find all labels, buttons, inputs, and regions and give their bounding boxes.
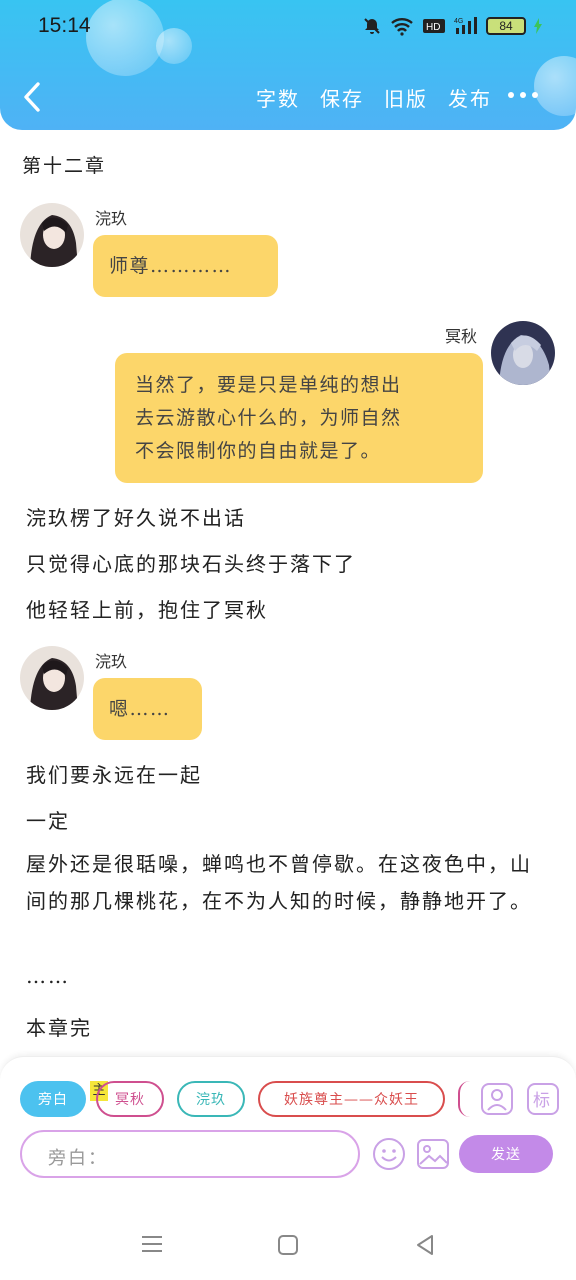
chat-bubble[interactable]: 当然了，要是只是单纯的想出 去云游散心什么的，为师自然 不会限制你的自由就是了。 (115, 353, 483, 483)
hd-icon: HD (423, 19, 445, 33)
battery-indicator: 84 (486, 17, 526, 35)
decor-bubble (534, 56, 576, 116)
status-time: 15:14 (38, 14, 91, 37)
narration-line: 他轻轻上前，抱住了冥秋 (26, 598, 268, 622)
decor-bubble (156, 28, 192, 64)
word-count-button[interactable]: 字数 (256, 83, 300, 112)
add-role-icon[interactable] (480, 1082, 514, 1116)
role-chip-huanjiu[interactable]: 浣玖 (177, 1081, 245, 1117)
svg-text:HD: HD (426, 22, 440, 33)
header-bar: 15:14 HD 4G 84 字数 保存 旧版 发布 (0, 0, 576, 130)
bubble-line: 去云游散心什么的，为师自然 (135, 407, 402, 429)
svg-text:标: 标 (533, 1091, 550, 1111)
narration-line: 我们要永远在一起 (26, 763, 202, 787)
chapter-title: 第十二章 (22, 155, 107, 177)
speaker-name: 冥秋 (445, 327, 478, 346)
home-icon[interactable] (277, 1234, 299, 1256)
back-nav-icon[interactable] (414, 1234, 436, 1256)
speaker-name: 浣玖 (95, 209, 128, 228)
old-version-button[interactable]: 旧版 (384, 83, 428, 112)
narration-line: 浣玖楞了好久说不出话 (26, 506, 246, 530)
speaker-name: 浣玖 (95, 652, 128, 671)
role-chip-yaozu[interactable]: 妖族尊主——众妖王 (258, 1081, 445, 1117)
decor-bubble (86, 0, 164, 76)
save-button[interactable]: 保存 (320, 83, 364, 112)
tag-icon[interactable]: 标 (526, 1082, 560, 1116)
signal-icon: 4G (454, 17, 477, 34)
avatar-huanjiu[interactable] (20, 646, 84, 710)
menu-icon[interactable] (141, 1234, 163, 1254)
narration-paragraph: 屋外还是很聒噪，蝉鸣也不曾停歇。在这夜色中，山间的那几棵桃花，在不为人知的时候，… (26, 852, 532, 913)
narration-line: 一定 (26, 809, 70, 833)
system-nav-bar (0, 1210, 576, 1280)
message-input[interactable]: 旁白： (20, 1130, 360, 1178)
svg-text:4G: 4G (454, 18, 463, 25)
avatar-huanjiu[interactable] (20, 203, 84, 267)
wifi-icon (391, 18, 413, 36)
narration-line: …… (26, 964, 70, 988)
publish-button[interactable]: 发布 (448, 83, 492, 112)
toolbar: 字数 保存 旧版 发布 (256, 83, 492, 112)
role-chip-mingqiu[interactable]: 冥秋 (96, 1081, 164, 1117)
chat-bubble[interactable]: 嗯…… (93, 678, 202, 740)
avatar-mingqiu[interactable] (491, 321, 555, 385)
role-chip-partial[interactable] (458, 1081, 470, 1117)
bubble-line: 不会限制你的自由就是了。 (135, 440, 382, 462)
narration-line: 只觉得心底的那块石头终于落下了 (26, 552, 356, 576)
send-button[interactable]: 发送 (459, 1135, 553, 1173)
narration-line: 本章完 (26, 1016, 92, 1040)
emoji-icon[interactable] (372, 1137, 406, 1171)
input-role-label: 旁白： (48, 1148, 108, 1169)
status-icons: HD 4G 84 (362, 16, 542, 36)
charging-icon (534, 18, 542, 34)
chat-bubble[interactable]: 师尊………… (93, 235, 278, 297)
mute-icon (364, 18, 380, 34)
bubble-line: 当然了，要是只是单纯的想出 (135, 374, 402, 396)
role-chip-narrator[interactable]: 旁白 (20, 1081, 86, 1117)
back-arrow-icon[interactable] (18, 80, 48, 114)
more-options-icon[interactable] (508, 92, 538, 98)
image-icon[interactable] (416, 1137, 450, 1171)
